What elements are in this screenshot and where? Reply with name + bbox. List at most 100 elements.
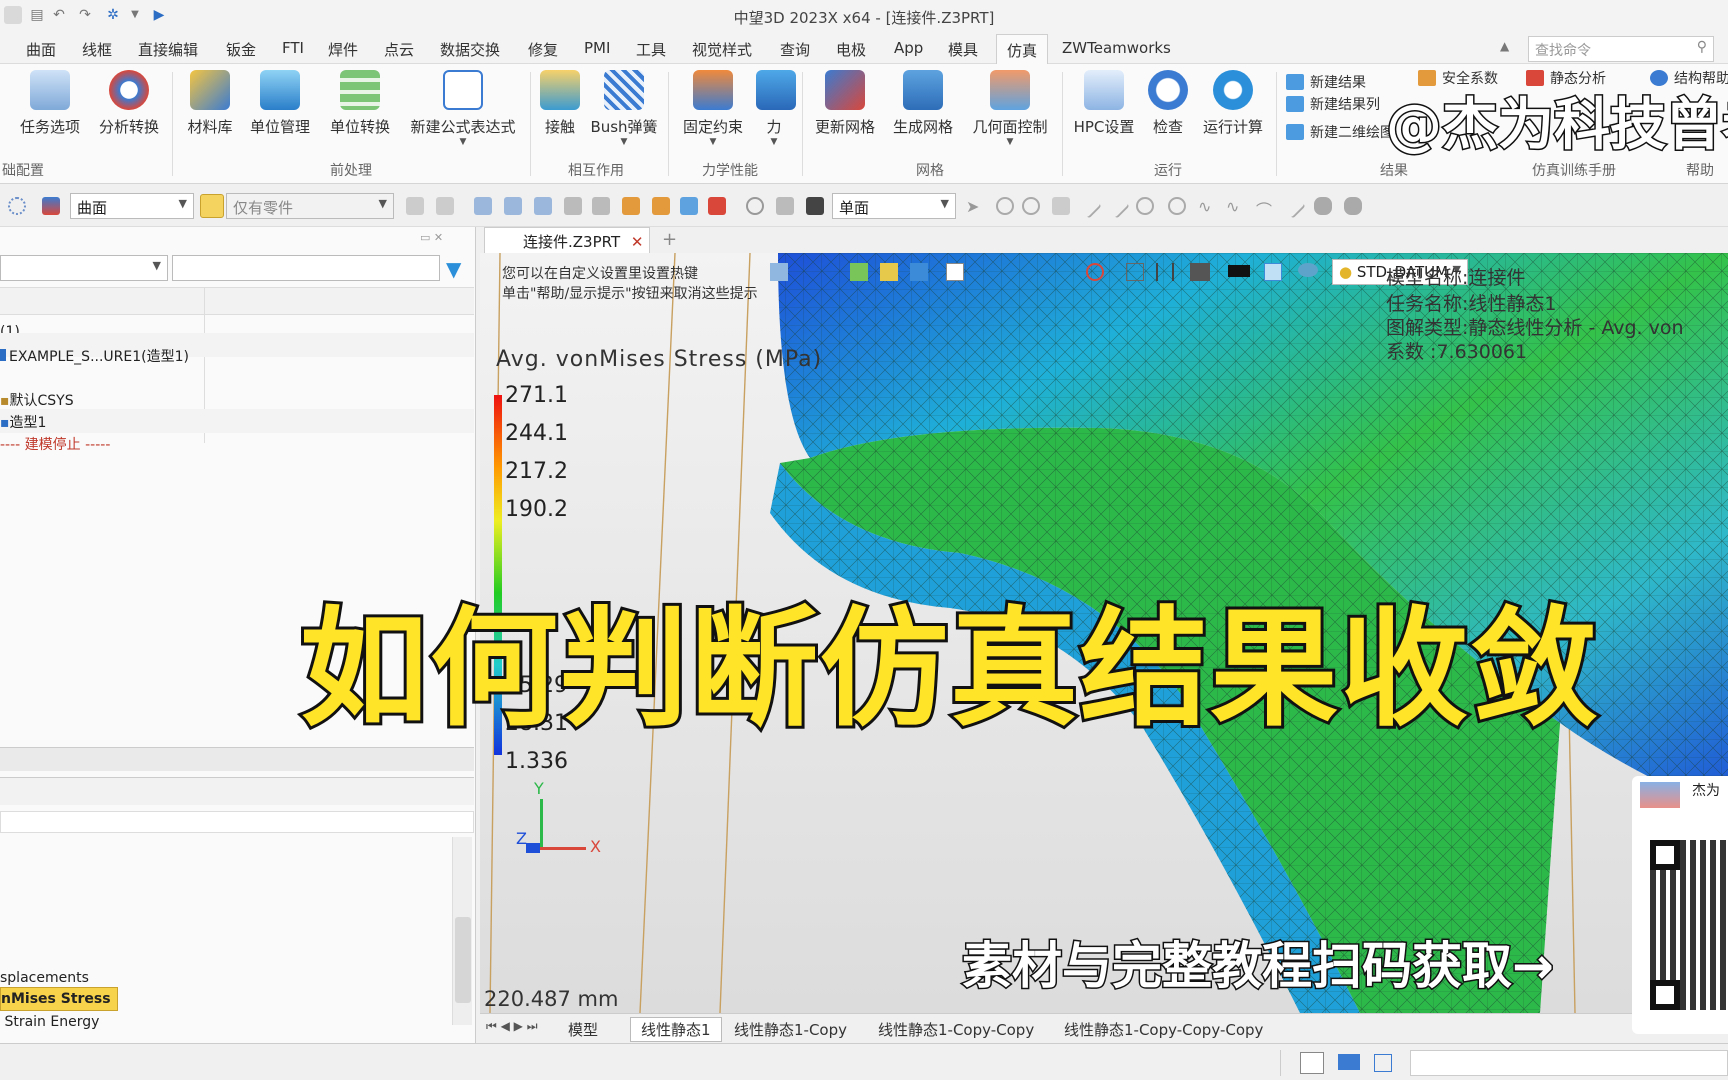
arc-icon[interactable]: ⌒ (1256, 197, 1274, 220)
pin-icon[interactable]: ▭ ✕ (420, 231, 443, 244)
menu-zwteamworks[interactable]: ZWTeamworks (1062, 39, 1171, 57)
tab-static-1-copy-copy-copy[interactable]: 线性静态1-Copy-Copy-Copy (1064, 1019, 1263, 1040)
line3-icon[interactable] (1280, 193, 1306, 219)
menu-repair[interactable]: 修复 (528, 39, 558, 60)
bush-spring-button[interactable]: Bush弹簧 ▼ (590, 70, 658, 147)
gear-icon[interactable] (996, 197, 1014, 215)
menu-direct-edit[interactable]: 直接编辑 (138, 39, 198, 60)
tool-icon-f[interactable] (564, 197, 582, 215)
analysis-convert-button[interactable]: 分析转换 (96, 70, 162, 137)
menu-data-exchange[interactable]: 数据交换 (440, 39, 500, 60)
update-mesh-button[interactable]: 更新网格 (812, 70, 878, 137)
menu-mold[interactable]: 模具 (948, 39, 978, 60)
layer-icon[interactable] (1298, 263, 1318, 277)
play-circle-icon[interactable] (1022, 197, 1040, 215)
tool-icon-b[interactable] (436, 197, 454, 215)
shape-icon[interactable] (1314, 197, 1332, 215)
monitor-icon[interactable] (1338, 1054, 1360, 1070)
tool-icon-d[interactable] (504, 197, 522, 215)
unit-convert-button[interactable]: 单位转换 (328, 70, 392, 137)
tool-icon-e[interactable] (534, 197, 552, 215)
view-icon-a[interactable] (770, 263, 788, 281)
tool-icon-m[interactable] (776, 197, 794, 215)
menu-pmi[interactable]: PMI (584, 39, 610, 57)
tool-icon-i[interactable] (652, 197, 670, 215)
face-control-button[interactable]: 几何面控制 ▼ (968, 70, 1052, 147)
unit-manage-button[interactable]: 单位管理 (248, 70, 312, 137)
collapse-ribbon-icon[interactable]: ▲ (1500, 39, 1509, 53)
generate-mesh-button[interactable]: 生成网格 (890, 70, 956, 137)
tree-search-input[interactable] (172, 255, 440, 281)
filter-combo[interactable]: 曲面 ▼ (70, 193, 194, 219)
part-scope-icon[interactable] (200, 194, 224, 218)
fixed-constraint-button[interactable]: 固定约束 ▼ (680, 70, 746, 147)
tool-icon-c[interactable] (474, 197, 492, 215)
tree-row-model[interactable]: EXAMPLE_S...URE1(造型1) (0, 343, 474, 367)
circle-icon[interactable] (1136, 197, 1154, 215)
background-blue-icon[interactable] (1264, 263, 1282, 281)
run-calc-button[interactable]: 运行计算 (1200, 70, 1266, 137)
menu-fti[interactable]: FTI (282, 39, 304, 57)
select-icon[interactable] (8, 197, 26, 215)
curve2-icon[interactable]: ∿ (1226, 197, 1244, 216)
new-2d-plot-button[interactable]: 新建二维绘图 (1286, 122, 1394, 142)
tab-static-1[interactable]: 线性静态1 (630, 1017, 722, 1042)
command-search-input[interactable]: 查找命令 (1535, 40, 1591, 60)
target-icon[interactable] (1086, 263, 1104, 281)
display-icon[interactable] (1190, 263, 1210, 281)
tool-icon-h[interactable] (622, 197, 640, 215)
tool-icon-k[interactable] (708, 197, 726, 215)
tool-icon-j[interactable] (680, 197, 698, 215)
results-filter[interactable] (0, 811, 474, 833)
menu-app[interactable]: App (894, 39, 923, 57)
cube-outline-icon[interactable] (946, 263, 964, 281)
add-tab-icon[interactable]: + (662, 229, 677, 250)
view-icon-b[interactable] (850, 263, 868, 281)
close-icon[interactable]: ✕ (631, 233, 644, 251)
tab-model[interactable]: 模型 (568, 1019, 598, 1040)
result-strain-energy[interactable]: Strain Energy (0, 1011, 450, 1035)
menu-query[interactable]: 查询 (780, 39, 810, 60)
line2-icon[interactable] (1104, 193, 1130, 219)
tab-static-1-copy-copy[interactable]: 线性静态1-Copy-Copy (878, 1019, 1034, 1040)
tree-row-stop[interactable]: ---- 建模停止 ----- (0, 431, 474, 455)
menu-weldment[interactable]: 焊件 (328, 39, 358, 60)
menu-sheetmetal[interactable]: 钣金 (226, 39, 256, 60)
pointer-icon[interactable]: ➤ (966, 197, 984, 216)
menu-simulation[interactable]: 仿真 (996, 34, 1049, 65)
command-search-box[interactable]: 查找命令 ⚲ (1528, 36, 1714, 62)
hpc-settings-button[interactable]: HPC设置 (1072, 70, 1136, 137)
tree-row-csys[interactable]: ▪默认CSYS (0, 387, 474, 411)
status-icon-a[interactable] (1300, 1052, 1324, 1074)
menu-visual-style[interactable]: 视觉样式 (692, 39, 752, 60)
force-button[interactable]: 力 ▼ (756, 70, 796, 147)
new-result-list-button[interactable]: 新建结果列 (1286, 94, 1380, 114)
line-icon[interactable] (1076, 193, 1102, 219)
menu-electrode[interactable]: 电极 (836, 39, 866, 60)
search-icon[interactable]: ⚲ (1697, 39, 1707, 55)
section-icon[interactable] (1156, 263, 1174, 281)
stop-icon[interactable] (806, 197, 824, 215)
tool-icon-l[interactable] (746, 197, 764, 215)
task-options-button[interactable]: 任务选项 (18, 70, 82, 137)
points-icon[interactable] (1052, 197, 1070, 215)
tool-icon-g[interactable] (592, 197, 610, 215)
new-formula-button[interactable]: 新建公式表达式 ▼ (406, 70, 520, 147)
scope-combo[interactable]: 仅有零件 ▼ (226, 193, 394, 219)
background-black-icon[interactable] (1228, 265, 1250, 277)
tree-row-shape[interactable]: ▪造型1 (0, 409, 474, 433)
status-icon-b[interactable] (1374, 1054, 1392, 1072)
material-library-button[interactable]: 材料库 (184, 70, 236, 137)
results-scrollbar[interactable] (452, 837, 472, 1025)
menu-tools[interactable]: 工具 (636, 39, 666, 60)
view-mode-combo[interactable]: 单面 ▼ (832, 193, 956, 219)
shape2-icon[interactable] (1344, 197, 1362, 215)
curve-icon[interactable]: ∿ (1198, 197, 1216, 216)
funnel-icon[interactable]: ▼ (446, 257, 461, 281)
menu-surface[interactable]: 曲面 (26, 39, 56, 60)
status-input[interactable] (1410, 1050, 1728, 1076)
tab-nav-icons[interactable]: ⏮ ◀ ▶ ⏭ (486, 1019, 538, 1034)
cube-icon[interactable] (910, 263, 928, 281)
doc-tab[interactable]: 连接件.Z3PRT ✕ (484, 227, 650, 253)
check-button[interactable]: 检查 (1148, 70, 1188, 137)
